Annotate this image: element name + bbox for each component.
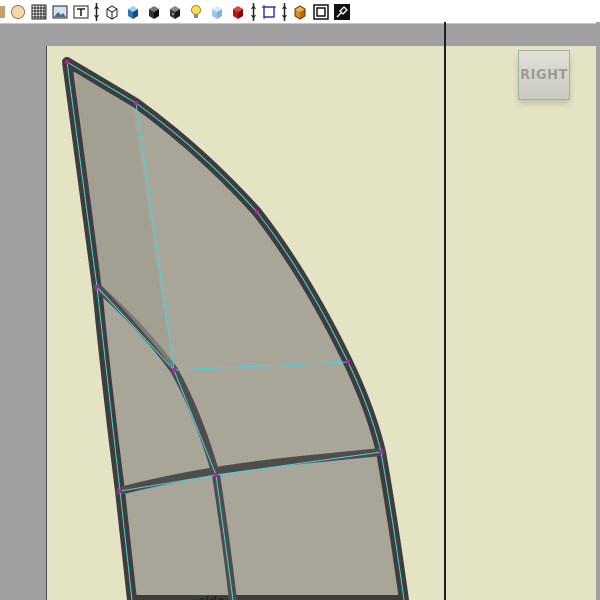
vertex	[134, 101, 138, 105]
text-button[interactable]	[72, 3, 90, 21]
resolution-gate-icon	[313, 3, 329, 20]
isolate-select-icon	[262, 4, 276, 19]
object-label: side	[199, 594, 225, 600]
grid-button[interactable]	[30, 3, 48, 21]
vertex	[65, 60, 69, 64]
vertex	[379, 450, 383, 454]
text-icon	[73, 5, 89, 18]
isolate-select-button[interactable]	[260, 3, 278, 21]
vertex	[118, 489, 122, 493]
toolbar-separator	[250, 2, 257, 22]
toolbar-separator	[281, 2, 288, 22]
image-plane-button[interactable]	[51, 3, 69, 21]
viewport-header-bar	[0, 24, 600, 46]
shaded-cube-icon	[128, 5, 138, 19]
wireframe-cube-button[interactable]	[103, 3, 121, 21]
panel-toolbar	[0, 0, 600, 24]
xray-icon	[212, 5, 222, 19]
window-edge	[596, 22, 600, 600]
vertex	[172, 368, 176, 372]
light-button[interactable]	[187, 3, 205, 21]
viewport-right[interactable]: RIGHT	[446, 46, 596, 600]
smooth-shaded-icon	[149, 5, 159, 19]
vertex	[346, 360, 350, 364]
wireframe-cube-icon	[106, 4, 118, 20]
smooth-shaded-button[interactable]	[145, 3, 163, 21]
vertex	[255, 210, 259, 214]
sphere-icon	[11, 4, 25, 19]
textured-button[interactable]	[166, 3, 184, 21]
viewport-perspective[interactable]: side	[46, 46, 445, 600]
red-cube-icon	[233, 5, 243, 19]
toolbar-separator	[93, 2, 100, 22]
vertex	[214, 473, 218, 477]
light-icon	[191, 4, 201, 18]
tool-settings-button[interactable]	[333, 3, 351, 21]
grid-icon	[31, 4, 47, 19]
xray-button[interactable]	[208, 3, 226, 21]
camera-cube-button[interactable]	[291, 3, 309, 21]
sphere-icon	[0, 5, 5, 18]
sphere-button[interactable]	[0, 3, 6, 21]
resolution-gate-button[interactable]	[312, 3, 330, 21]
camera-cube-icon	[294, 4, 306, 20]
vertex	[95, 285, 99, 289]
textured-icon	[170, 5, 180, 19]
shaded-cube-button[interactable]	[124, 3, 142, 21]
red-cube-button[interactable]	[229, 3, 247, 21]
tool-settings-icon	[334, 3, 350, 20]
shaded-sphere-button[interactable]	[9, 3, 27, 21]
image-plane-icon	[52, 5, 68, 18]
viewcube-right-face[interactable]: RIGHT	[518, 50, 570, 100]
mesh-object[interactable]	[47, 46, 445, 600]
